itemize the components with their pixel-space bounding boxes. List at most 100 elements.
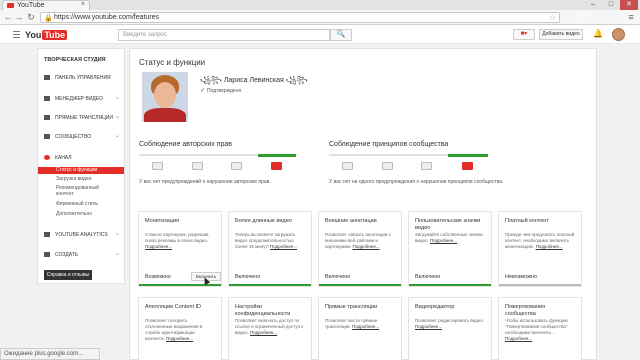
sidebar-item-video-manager[interactable]: МЕНЕДЖЕР ВИДЕО ⌄	[44, 94, 124, 103]
card-title: Пожертвования сообщества	[505, 304, 546, 317]
channel-avatar	[142, 72, 188, 122]
verified-status: ✓ Подтверждено	[200, 87, 241, 94]
reload-icon[interactable]: ↻	[26, 12, 36, 22]
more-link[interactable]: Подробнее...	[536, 244, 563, 249]
notifications-bell-icon[interactable]: 🔔	[593, 29, 603, 38]
more-link[interactable]: Подробнее...	[270, 244, 297, 249]
feature-card-live-streaming: Прямые трансляции Позволяет вести прямые…	[318, 297, 402, 360]
help-feedback-button[interactable]: Справка и отзывы	[44, 270, 92, 280]
search-icon[interactable]: 🔍	[330, 29, 352, 41]
sidebar-item-dashboard[interactable]: ПАНЕЛЬ УПРАВЛЕНИЯ	[44, 73, 124, 82]
adblock-extension-icon[interactable]: ABP	[578, 13, 589, 21]
copyright-status-text: У вас нет предупреждений о нарушении авт…	[139, 179, 271, 185]
more-link[interactable]: Подробнее...	[415, 324, 442, 329]
card-desc: Теперь вы можете загружать видео продолж…	[235, 232, 298, 249]
card-title: Видеоредактор	[415, 304, 455, 310]
more-link[interactable]: Подробнее...	[250, 330, 277, 335]
window-controls: – □ ✕	[584, 0, 638, 10]
check-label: ✓	[592, 14, 597, 20]
card-title: Монетизация	[145, 218, 179, 224]
card-status: Включено	[235, 274, 261, 280]
more-link[interactable]: Подробнее...	[430, 238, 457, 243]
sidebar-item-label: МЕНЕДЖЕР ВИДЕО	[55, 95, 104, 102]
google-extension-icon[interactable]: G	[602, 13, 611, 21]
minimize-button[interactable]: –	[584, 0, 602, 10]
feature-card-custom-thumbnails: Пользовательские значки видео Загружайте…	[408, 211, 492, 287]
copyright-title: Соблюдение авторских прав	[139, 141, 232, 148]
youtube-logo[interactable]: You Tube	[25, 29, 68, 40]
bookmark-star-icon[interactable]: ☆	[549, 13, 556, 22]
channel-icon	[44, 155, 50, 160]
maximize-button[interactable]: □	[602, 0, 620, 10]
forward-arrow-icon[interactable]: →	[14, 12, 24, 22]
chevron-down-icon: ⌄	[114, 133, 120, 139]
card-status-line	[139, 284, 221, 286]
video-camera-button[interactable]: ■▾	[513, 29, 535, 40]
more-link[interactable]: Подробнее...	[166, 336, 193, 341]
avatar[interactable]	[612, 28, 625, 41]
url-text: https://www.youtube.com/features	[54, 14, 160, 21]
adblock-label: ABP	[578, 14, 589, 20]
sidebar-sub-advanced[interactable]: Дополнительно	[56, 211, 92, 217]
search-input[interactable]: Введите запрос	[118, 29, 330, 41]
feature-card-long-videos: Более длинные видео Теперь вы можете заг…	[228, 211, 312, 287]
lock-icon: 🔒	[44, 15, 53, 22]
sidebar-sub-upload[interactable]: Загрузка видео	[56, 176, 92, 182]
card-desc: Позволяет вести прямые трансляции. Подро…	[325, 318, 380, 329]
sidebar-item-analytics[interactable]: YOUTUBE ANALYTICS ⌄	[44, 230, 124, 239]
back-arrow-icon[interactable]: ←	[3, 12, 13, 22]
check-extension-icon[interactable]: ✓	[590, 13, 599, 21]
community-strike-box	[382, 162, 393, 170]
sidebar-sub-branding[interactable]: Фирменный стиль	[56, 201, 98, 207]
close-window-button[interactable]: ✕	[620, 0, 638, 10]
dashboard-icon	[44, 75, 50, 80]
analytics-icon	[44, 232, 50, 237]
chevron-down-icon: ⌄	[114, 251, 120, 257]
more-link[interactable]: Подробнее...	[505, 336, 532, 341]
sidebar-item-community[interactable]: СООБЩЕСТВО ⌄	[44, 132, 124, 141]
chevron-down-icon: ⌄	[114, 95, 120, 101]
creator-studio-sidebar: ТВОРЧЕСКАЯ СТУДИЯ ПАНЕЛЬ УПРАВЛЕНИЯ МЕНЕ…	[37, 48, 125, 284]
card-desc: Загружайте собственные значки видео. Под…	[415, 232, 483, 243]
card-title: Более длинные видео	[235, 218, 292, 224]
sidebar-item-label: YOUTUBE ANALYTICS	[55, 231, 108, 238]
feature-card-paid-content: Платный контент Прежде чем предлагать пл…	[498, 211, 582, 287]
menu-icon[interactable]: ≡	[626, 12, 636, 22]
card-title: Настройки конфиденциальности	[235, 304, 291, 317]
create-icon	[44, 252, 50, 257]
copyright-strike-box	[152, 162, 163, 170]
sidebar-item-label: СООБЩЕСТВО	[55, 133, 92, 140]
card-title: Пользовательские значки видео	[415, 218, 481, 231]
community-icon	[44, 134, 50, 139]
more-link[interactable]: Подробнее...	[352, 324, 379, 329]
copyright-strike-box	[192, 162, 203, 170]
browser-tab[interactable]: YouTube ×	[2, 0, 90, 10]
sidebar-item-live[interactable]: ПРЯМЫЕ ТРАНСЛЯЦИИ ⌄	[44, 113, 124, 122]
address-bar[interactable]: 🔒 https://www.youtube.com/features ☆	[40, 12, 560, 23]
tab-title: YouTube	[17, 2, 45, 9]
sidebar-item-create[interactable]: СОЗДАТЬ ⌄	[44, 250, 124, 259]
sidebar-item-channel[interactable]: КАНАЛ	[44, 153, 124, 162]
card-title: Апелляции Content ID	[145, 304, 202, 310]
card-desc: Чтобы использовать функцию "Пожертвовани…	[505, 318, 569, 341]
add-video-button[interactable]: Добавить видео	[539, 29, 583, 40]
feature-card-monetization: Монетизация Станьте партнером, разрешив …	[138, 211, 222, 287]
tab-close-icon[interactable]: ×	[81, 1, 85, 8]
card-desc: Позволяет оспорить отклоненные возражени…	[145, 318, 203, 341]
community-strike-box	[342, 162, 353, 170]
copyright-track-active	[258, 154, 296, 157]
chevron-down-icon: ⌄	[114, 231, 120, 237]
sidebar-sub-label: Статус и функции	[56, 167, 98, 173]
more-link[interactable]: Подробнее...	[353, 244, 380, 249]
card-desc: Позволяет редактировать видео. Подробнее…	[415, 318, 485, 329]
sidebar-sub-featured-content[interactable]: Рекомендованный контент	[56, 185, 116, 197]
copyright-strike-box	[231, 162, 242, 170]
live-icon	[44, 115, 50, 120]
logo-tube: Tube	[42, 29, 68, 40]
card-status: Возможно	[145, 274, 171, 280]
card-status-line	[319, 284, 401, 286]
more-link[interactable]: Подробнее...	[145, 244, 172, 249]
guide-menu-icon[interactable]	[13, 31, 20, 40]
community-status-text: У вас нет ни одного предупреждения о нар…	[329, 179, 504, 185]
sidebar-sub-status-features[interactable]: Статус и функции	[38, 167, 124, 174]
